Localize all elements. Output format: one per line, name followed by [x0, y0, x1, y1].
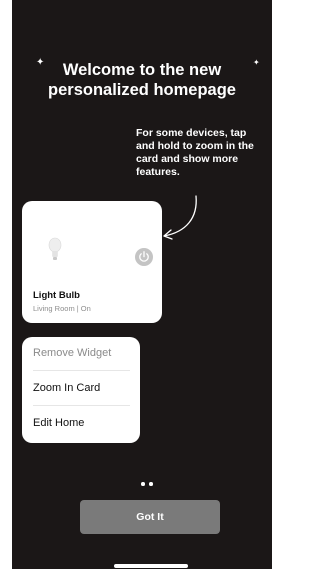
hint-line: For some devices, tap	[136, 127, 247, 139]
title-line: personalized homepage	[48, 81, 236, 99]
home-indicator	[114, 564, 188, 568]
device-name: Light Bulb	[33, 290, 80, 301]
menu-item-edit-home[interactable]: Edit Home	[33, 417, 84, 429]
menu-item-zoom-in-card[interactable]: Zoom In Card	[33, 382, 100, 394]
title-line: Welcome to the new	[62, 61, 222, 79]
light-bulb-device-card[interactable]: Light Bulb Living Room | On	[22, 201, 162, 323]
onboarding-title: Welcome to the new personalized homepage	[12, 60, 272, 100]
hint-line: and hold to zoom in the	[136, 140, 254, 152]
device-status: Living Room | On	[33, 304, 91, 313]
hint-line: card and show more	[136, 153, 239, 165]
card-context-menu: Remove Widget Zoom In Card Edit Home	[22, 337, 140, 443]
light-bulb-icon	[48, 237, 62, 260]
onboarding-screen: ✦ ✦ Welcome to the new personalized home…	[12, 0, 272, 569]
got-it-button[interactable]: Got It	[80, 500, 220, 534]
page-indicator	[141, 482, 161, 488]
hint-line: features.	[136, 166, 180, 178]
power-icon[interactable]	[135, 248, 153, 266]
page-dot	[141, 482, 145, 486]
menu-divider	[33, 405, 130, 406]
zoom-hint-text: For some devices, tap and hold to zoom i…	[136, 127, 272, 179]
menu-divider	[33, 370, 130, 371]
menu-item-remove-widget[interactable]: Remove Widget	[33, 347, 111, 359]
page-dot	[149, 482, 153, 486]
